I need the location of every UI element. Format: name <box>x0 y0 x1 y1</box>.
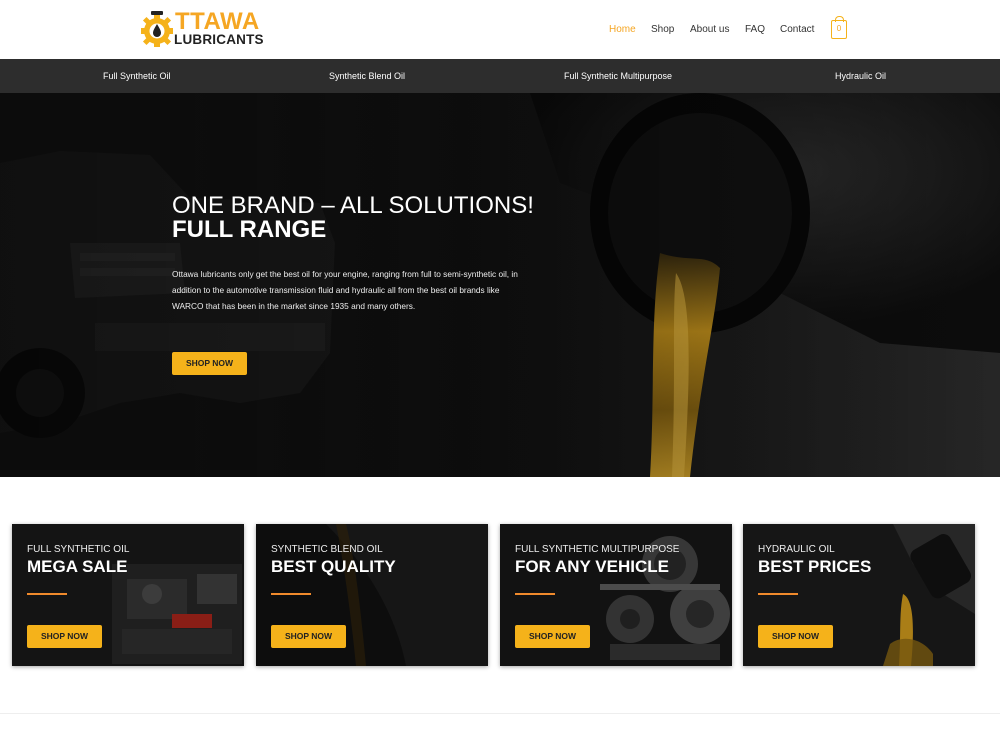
card-subtitle: FULL SYNTHETIC MULTIPURPOSE <box>515 544 680 555</box>
card-title: MEGA SALE <box>27 557 128 576</box>
hero-description: Ottawa lubricants only get the best oil … <box>172 269 518 311</box>
hero-banner: ONE BRAND – ALL SOLUTIONS! FULL RANGE Ot… <box>0 93 1000 477</box>
category-full-synthetic-oil[interactable]: Full Synthetic Oil <box>103 59 171 93</box>
card-shop-now-button[interactable]: SHOP NOW <box>27 625 102 648</box>
promo-card-hydraulic[interactable]: HYDRAULIC OIL BEST PRICES SHOP NOW <box>743 524 975 666</box>
nav-home[interactable]: Home <box>609 22 636 38</box>
cart-count: 0 <box>836 24 842 33</box>
nav-contact[interactable]: Contact <box>780 22 814 38</box>
card-divider <box>27 593 67 595</box>
hero-subtitle: FULL RANGE <box>172 216 327 243</box>
card-title: BEST PRICES <box>758 557 872 576</box>
promo-card-multipurpose[interactable]: FULL SYNTHETIC MULTIPURPOSE FOR ANY VEHI… <box>500 524 732 666</box>
card-divider <box>758 593 798 595</box>
site-header: TTAWA LUBRICANTS Home Shop About us FAQ … <box>0 0 1000 59</box>
card-shop-now-button[interactable]: SHOP NOW <box>515 625 590 648</box>
cart-icon[interactable]: 0 <box>831 16 847 39</box>
promo-card-full-synthetic[interactable]: FULL SYNTHETIC OIL MEGA SALE SHOP NOW <box>12 524 244 666</box>
card-subtitle: HYDRAULIC OIL <box>758 544 835 555</box>
card-shop-now-button[interactable]: SHOP NOW <box>271 625 346 648</box>
card-divider <box>515 593 555 595</box>
nav-faq[interactable]: FAQ <box>745 22 765 38</box>
card-title: FOR ANY VEHICLE <box>515 557 669 576</box>
hero-shop-now-button[interactable]: SHOP NOW <box>172 352 247 375</box>
promo-card-synthetic-blend[interactable]: SYNTHETIC BLEND OIL BEST QUALITY SHOP NO… <box>256 524 488 666</box>
category-full-synthetic-multipurpose[interactable]: Full Synthetic Multipurpose <box>564 59 672 93</box>
card-subtitle: SYNTHETIC BLEND OIL <box>271 544 383 555</box>
nav-shop[interactable]: Shop <box>651 22 674 38</box>
card-divider <box>271 593 311 595</box>
card-subtitle: FULL SYNTHETIC OIL <box>27 544 130 555</box>
card-shop-now-button[interactable]: SHOP NOW <box>758 625 833 648</box>
category-synthetic-blend-oil[interactable]: Synthetic Blend Oil <box>329 59 405 93</box>
main-nav: Home Shop About us FAQ Contact <box>0 22 1000 38</box>
nav-about-us[interactable]: About us <box>690 22 729 38</box>
card-title: BEST QUALITY <box>271 557 396 576</box>
section-divider <box>0 713 1000 714</box>
category-hydraulic-oil[interactable]: Hydraulic Oil <box>835 59 886 93</box>
category-bar: Full Synthetic Oil Synthetic Blend Oil F… <box>0 59 1000 93</box>
